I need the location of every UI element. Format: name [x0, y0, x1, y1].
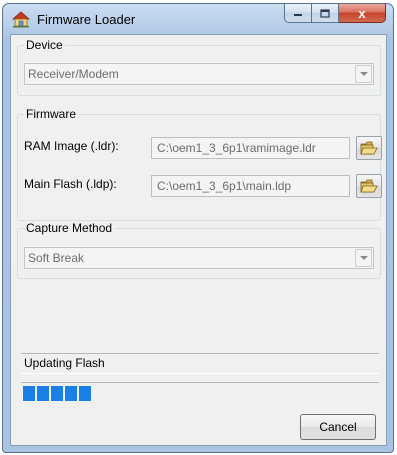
device-select[interactable]: Receiver/Modem — [24, 63, 374, 85]
chevron-down-icon — [359, 255, 368, 260]
minimize-icon — [294, 14, 302, 16]
client-area: Device Receiver/Modem Firmware RAM Image… — [10, 34, 387, 446]
cancel-button[interactable]: Cancel — [300, 414, 376, 440]
firmware-legend: Firmware — [26, 107, 76, 121]
folder-open-icon — [360, 179, 378, 192]
caption-buttons: x — [284, 4, 386, 24]
capture-method-select[interactable]: Soft Break — [24, 247, 374, 269]
firmware-loader-window: Firmware Loader x Device Receiver/Modem … — [2, 3, 394, 453]
ram-image-path: C:\oem1_3_6p1\ramimage.ldr — [157, 141, 316, 155]
close-icon: x — [358, 5, 366, 21]
main-flash-path: C:\oem1_3_6p1\main.ldp — [157, 179, 292, 193]
progress-block — [79, 386, 91, 401]
ram-image-browse-button[interactable] — [356, 136, 382, 160]
device-legend: Device — [26, 38, 63, 52]
progress-block — [51, 386, 63, 401]
minimize-button[interactable] — [284, 4, 312, 23]
main-flash-label: Main Flash (.ldp): — [24, 177, 117, 191]
progress-block — [23, 386, 35, 401]
folder-open-icon — [360, 141, 378, 154]
progress-bar — [21, 382, 379, 404]
capture-method-legend: Capture Method — [26, 221, 113, 235]
progress-block — [37, 386, 49, 401]
device-select-value: Receiver/Modem — [28, 67, 119, 81]
capture-method-dropdown-button[interactable] — [355, 249, 372, 267]
status-panel: Updating Flash — [21, 353, 379, 374]
chevron-down-icon — [359, 71, 368, 76]
capture-method-value: Soft Break — [28, 251, 85, 265]
cancel-button-label: Cancel — [319, 420, 357, 434]
firmware-group: Firmware — [17, 107, 381, 221]
progress-block — [65, 386, 77, 401]
maximize-button[interactable] — [312, 4, 339, 23]
close-button[interactable]: x — [339, 4, 386, 23]
firmware-loader-icon — [12, 11, 30, 28]
title-bar[interactable]: Firmware Loader x — [3, 4, 393, 34]
status-text: Updating Flash — [24, 356, 105, 370]
main-flash-field[interactable]: C:\oem1_3_6p1\main.ldp — [151, 175, 350, 197]
device-dropdown-button[interactable] — [355, 65, 372, 83]
ram-image-label: RAM Image (.ldr): — [24, 139, 119, 153]
maximize-icon — [320, 8, 330, 18]
window-title: Firmware Loader — [37, 12, 136, 27]
ram-image-field[interactable]: C:\oem1_3_6p1\ramimage.ldr — [151, 137, 350, 159]
main-flash-browse-button[interactable] — [356, 174, 382, 198]
progress-fill — [23, 386, 91, 401]
